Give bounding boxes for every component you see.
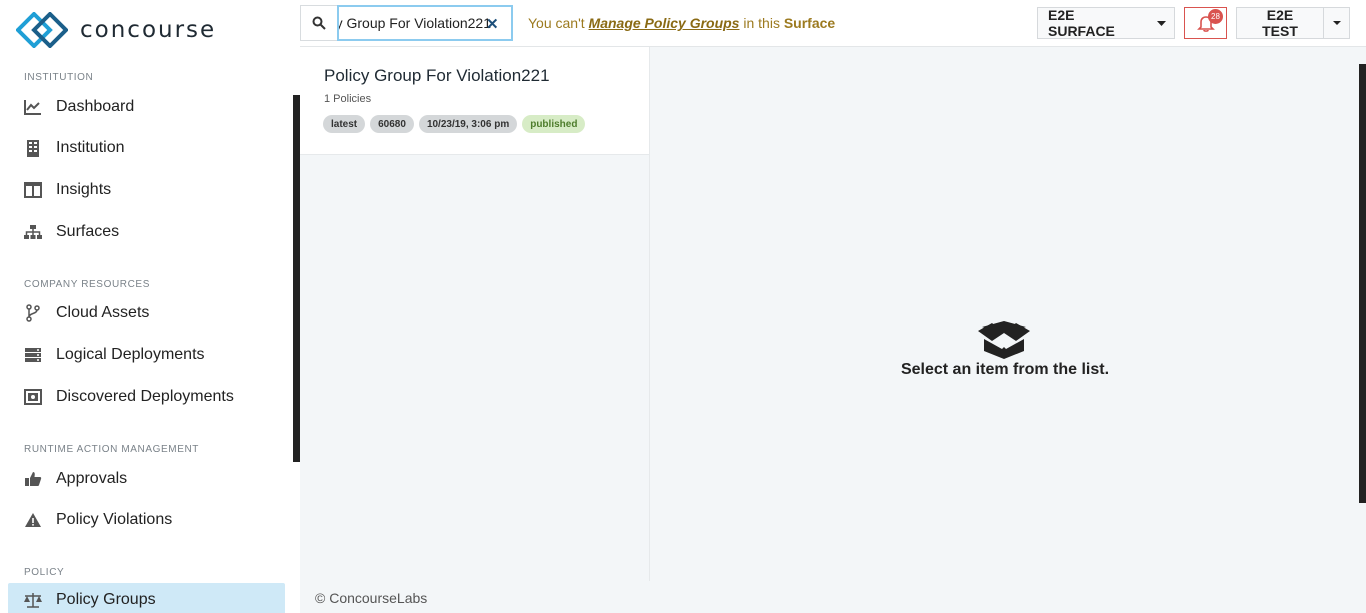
sidebar-item-label: Policy Violations <box>56 511 173 528</box>
sidebar-item-surfaces[interactable]: Surfaces <box>8 215 285 249</box>
sidebar-item-label: Surfaces <box>56 223 120 240</box>
sidebar-item-approvals[interactable]: Approvals <box>8 462 285 496</box>
search-input-value: Policy Group For Violation221 <box>339 15 491 31</box>
sidebar-item-label: Institution <box>56 139 125 156</box>
sidebar-item-label: Approvals <box>56 470 128 487</box>
sidebar-item-dashboard[interactable]: Dashboard <box>8 90 285 124</box>
surface-selector-label: E2E SURFACE <box>1048 7 1115 39</box>
branch-icon <box>23 303 43 323</box>
sidebar-scrollbar[interactable] <box>293 95 300 462</box>
list-item[interactable]: Policy Group For Violation221 1 Policies… <box>300 47 649 155</box>
search-icon <box>312 16 326 30</box>
building-icon <box>23 138 43 158</box>
section-company-resources: COMPANY RESOURCES <box>24 279 150 290</box>
section-institution: INSTITUTION <box>24 72 94 83</box>
sidebar-item-label: Logical Deployments <box>56 346 205 363</box>
user-menu-label: E2E TEST <box>1262 7 1298 39</box>
search-button[interactable] <box>300 5 337 41</box>
policy-group-list: Policy Group For Violation221 1 Policies… <box>300 47 650 581</box>
sidebar-item-label: Dashboard <box>56 98 135 115</box>
scan-icon <box>23 387 43 407</box>
sidebar-item-logical-deployments[interactable]: Logical Deployments <box>8 338 285 372</box>
notification-count-badge: 28 <box>1208 9 1223 24</box>
warning-icon <box>23 510 43 530</box>
balance-scale-icon <box>23 590 43 610</box>
sidebar-item-label: Discovered Deployments <box>56 388 234 405</box>
notifications-button[interactable]: 28 <box>1184 7 1227 39</box>
line-chart-icon <box>23 97 43 117</box>
empty-state-message: Select an item from the list. <box>900 361 1110 378</box>
thumbs-up-icon <box>23 469 43 489</box>
sidebar-item-policy-violations[interactable]: Policy Violations <box>8 503 285 537</box>
open-box-icon <box>978 321 1030 359</box>
sidebar-item-discovered-deployments[interactable]: Discovered Deployments <box>8 380 285 414</box>
server-icon <box>23 345 43 365</box>
brand-logo[interactable]: concourse <box>16 12 216 48</box>
brand-name: concourse <box>80 17 217 43</box>
list-item-tags: latest 60680 10/23/19, 3:06 pm published <box>323 115 586 133</box>
columns-icon <box>23 180 43 200</box>
warning-prefix: You can't <box>528 15 589 31</box>
sidebar-item-policy-groups[interactable]: Policy Groups <box>8 583 285 613</box>
permission-warning: You can't Manage Policy Groups in this S… <box>528 15 835 31</box>
warning-target: Surface <box>783 15 836 31</box>
tag-version: 60680 <box>370 115 414 133</box>
sidebar-item-institution[interactable]: Institution <box>8 131 285 165</box>
tag-status-published: published <box>522 115 586 133</box>
list-item-title: Policy Group For Violation221 <box>324 66 550 85</box>
sidebar-item-insights[interactable]: Insights <box>8 173 285 207</box>
tag-latest: latest <box>323 115 366 133</box>
sidebar-item-label: Policy Groups <box>56 591 156 608</box>
sidebar-item-label: Cloud Assets <box>56 304 150 321</box>
chevron-down-icon[interactable] <box>1323 8 1349 38</box>
concourse-logo-icon <box>16 12 68 48</box>
warning-middle: in this <box>739 15 784 31</box>
section-runtime-action-management: RUNTIME ACTION MANAGEMENT <box>24 444 200 455</box>
user-menu[interactable]: E2E TEST <box>1236 7 1350 39</box>
top-bar: Policy Group For Violation221 ✕ You can'… <box>300 0 1366 47</box>
list-item-subtitle: 1 Policies <box>324 93 372 105</box>
footer-copyright: © ConcourseLabs <box>315 590 428 606</box>
chevron-down-icon <box>1148 8 1174 38</box>
tag-date: 10/23/19, 3:06 pm <box>418 115 518 133</box>
sidebar-item-label: Insights <box>56 181 112 198</box>
clear-search-icon[interactable]: ✕ <box>486 15 499 33</box>
sidebar: concourse INSTITUTION Dashboard Institut… <box>0 0 300 613</box>
detail-panel: Select an item from the list. <box>651 47 1359 603</box>
section-policy: POLICY <box>24 567 65 578</box>
surface-selector[interactable]: E2E SURFACE <box>1037 7 1175 39</box>
warning-action: Manage Policy Groups <box>588 15 740 31</box>
detail-scrollbar[interactable] <box>1359 64 1366 503</box>
sitemap-icon <box>23 222 43 242</box>
sidebar-item-cloud-assets[interactable]: Cloud Assets <box>8 296 285 330</box>
